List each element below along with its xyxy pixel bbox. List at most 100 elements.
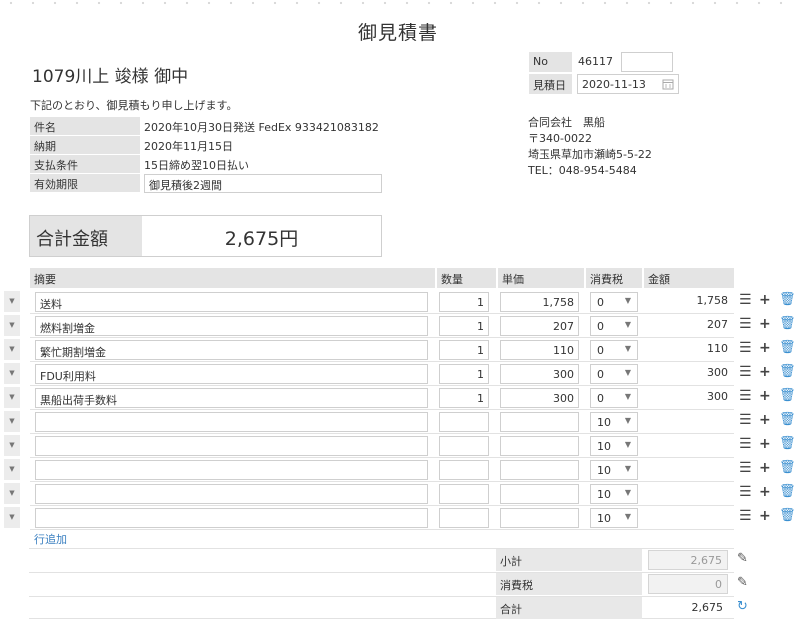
desc-input[interactable] [35, 508, 428, 528]
unit-price-input[interactable]: 300 [500, 364, 579, 384]
desc-input[interactable]: 送料 [35, 292, 428, 312]
add-icon[interactable]: + [759, 388, 771, 404]
trash-icon[interactable]: 🗑 [779, 508, 796, 523]
trash-icon[interactable]: 🗑 [779, 412, 796, 427]
menu-icon[interactable]: ☰ [739, 292, 752, 308]
desc-input[interactable]: 燃料割増金 [35, 316, 428, 336]
trash-icon[interactable]: 🗑 [779, 292, 796, 307]
tax-select[interactable]: 0 ▼ [590, 364, 638, 384]
unit-price-input[interactable]: 110 [500, 340, 579, 360]
add-icon[interactable]: + [759, 412, 771, 428]
row-handle-icon[interactable]: ▼ [4, 435, 20, 456]
unit-cell [496, 482, 584, 506]
quote-date-input[interactable]: 2020-11-13 [577, 74, 679, 94]
add-icon[interactable]: + [759, 292, 771, 308]
menu-icon[interactable]: ☰ [739, 340, 752, 356]
qty-input[interactable]: 1 [439, 388, 489, 408]
row-handle-icon[interactable]: ▼ [4, 459, 20, 480]
tax-cell: 0 ▼ [584, 386, 642, 410]
info-row-payment: 支払条件 15日締め翌10日払い [30, 155, 382, 174]
row-handle-icon[interactable]: ▼ [4, 363, 20, 384]
unit-price-input[interactable] [500, 412, 579, 432]
chevron-down-icon: ▼ [624, 416, 631, 425]
trash-icon[interactable]: 🗑 [779, 340, 796, 355]
calendar-icon[interactable] [662, 78, 674, 90]
menu-icon[interactable]: ☰ [739, 436, 752, 452]
row-handle-icon[interactable]: ▼ [4, 315, 20, 336]
desc-input[interactable] [35, 484, 428, 504]
unit-price-input[interactable]: 207 [500, 316, 579, 336]
quote-number-input[interactable] [621, 52, 673, 72]
menu-icon[interactable]: ☰ [739, 460, 752, 476]
add-icon[interactable]: + [759, 436, 771, 452]
trash-icon[interactable]: 🗑 [779, 484, 796, 499]
validity-input[interactable]: 御見積後2週間 [144, 174, 382, 193]
menu-icon[interactable]: ☰ [739, 388, 752, 404]
trash-icon[interactable]: 🗑 [779, 436, 796, 451]
qty-input[interactable]: 1 [439, 292, 489, 312]
add-icon[interactable]: + [759, 340, 771, 356]
tax-cell: 0 ▼ [584, 338, 642, 362]
tax-select[interactable]: 10 ▼ [590, 436, 638, 456]
menu-icon[interactable]: ☰ [739, 364, 752, 380]
row-handle-icon[interactable]: ▼ [4, 387, 20, 408]
row-handle-icon[interactable]: ▼ [4, 291, 20, 312]
trash-icon[interactable]: 🗑 [779, 316, 796, 331]
qty-input[interactable] [439, 484, 489, 504]
tax-select[interactable]: 10 ▼ [590, 508, 638, 528]
tax-select[interactable]: 0 ▼ [590, 292, 638, 312]
unit-cell: 110 [496, 338, 584, 362]
desc-input[interactable]: FDU利用料 [35, 364, 428, 384]
desc-input[interactable] [35, 436, 428, 456]
table-row: ▼ 10 ▼ ☰ + 🗑 [0, 458, 796, 482]
edit-tax-icon[interactable]: ✎ [737, 575, 748, 590]
add-icon[interactable]: + [759, 508, 771, 524]
add-row-link[interactable]: 行追加 [34, 531, 67, 547]
tax-select[interactable]: 0 ▼ [590, 388, 638, 408]
refresh-icon[interactable]: ↻ [737, 599, 748, 614]
unit-price-input[interactable] [500, 484, 579, 504]
menu-icon[interactable]: ☰ [739, 316, 752, 332]
desc-input[interactable]: 繁忙期割増金 [35, 340, 428, 360]
unit-price-input[interactable]: 300 [500, 388, 579, 408]
menu-icon[interactable]: ☰ [739, 508, 752, 524]
row-handle-icon[interactable]: ▼ [4, 339, 20, 360]
row-handle-icon[interactable]: ▼ [4, 483, 20, 504]
row-handle-icon[interactable]: ▼ [4, 507, 20, 528]
unit-price-input[interactable]: 1,758 [500, 292, 579, 312]
info-label: 有効期限 [30, 174, 140, 192]
qty-input[interactable] [439, 436, 489, 456]
edit-subtotal-icon[interactable]: ✎ [737, 551, 748, 566]
qty-input[interactable] [439, 508, 489, 528]
qty-input[interactable]: 1 [439, 316, 489, 336]
unit-price-input[interactable] [500, 508, 579, 528]
qty-input[interactable] [439, 412, 489, 432]
trash-icon[interactable]: 🗑 [779, 364, 796, 379]
menu-icon[interactable]: ☰ [739, 412, 752, 428]
tax-select[interactable]: 10 ▼ [590, 484, 638, 504]
add-icon[interactable]: + [759, 364, 771, 380]
amount-value: 1,758 [696, 294, 729, 307]
tax-select[interactable]: 10 ▼ [590, 460, 638, 480]
desc-input[interactable]: 黒船出荷手数料 [35, 388, 428, 408]
add-icon[interactable]: + [759, 484, 771, 500]
qty-input[interactable]: 1 [439, 364, 489, 384]
tax-select[interactable]: 0 ▼ [590, 316, 638, 336]
delivery-value: 2020年11月15日 [144, 140, 233, 153]
tax-select[interactable]: 10 ▼ [590, 412, 638, 432]
unit-price-input[interactable] [500, 460, 579, 480]
add-icon[interactable]: + [759, 316, 771, 332]
menu-icon[interactable]: ☰ [739, 484, 752, 500]
trash-icon[interactable]: 🗑 [779, 388, 796, 403]
tax-select[interactable]: 0 ▼ [590, 340, 638, 360]
qty-input[interactable] [439, 460, 489, 480]
trash-icon[interactable]: 🗑 [779, 460, 796, 475]
unit-price-input[interactable] [500, 436, 579, 456]
add-icon[interactable]: + [759, 460, 771, 476]
unit-cell [496, 458, 584, 482]
row-handle-icon[interactable]: ▼ [4, 411, 20, 432]
desc-input[interactable] [35, 460, 428, 480]
qty-input[interactable]: 1 [439, 340, 489, 360]
company-info: 合同会社 黒船 〒340-0022 埼玉県草加市瀬崎5-5-22 TEL：048… [528, 115, 652, 179]
desc-input[interactable] [35, 412, 428, 432]
